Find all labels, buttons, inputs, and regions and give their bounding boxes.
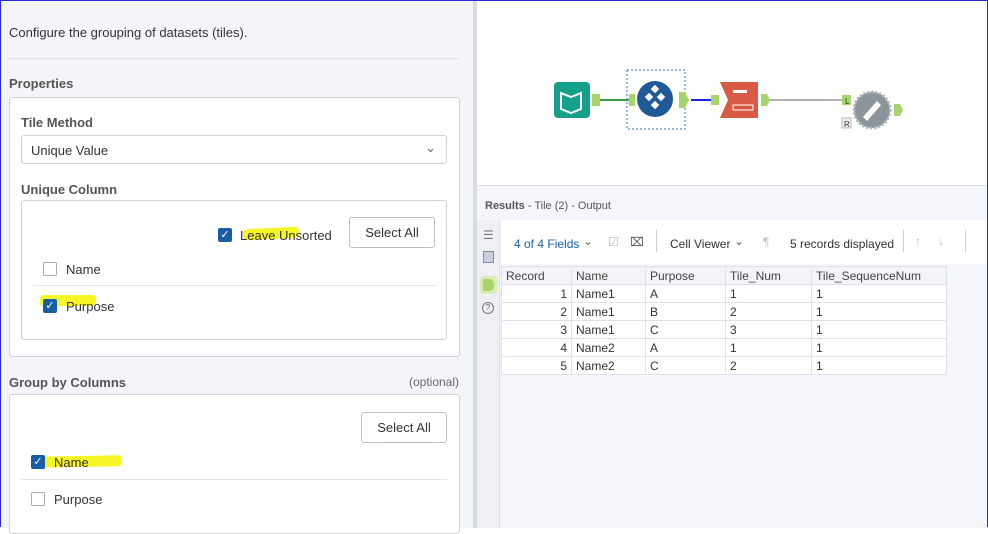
table-row[interactable]: 2 Name1 B 2 1 bbox=[501, 302, 947, 321]
table-cell[interactable]: A bbox=[645, 338, 726, 357]
tile-method-value: Unique Value bbox=[31, 143, 109, 158]
chevron-down-icon: ⌄ bbox=[425, 140, 436, 155]
results-title: Results bbox=[485, 200, 525, 212]
table-cell[interactable]: C bbox=[645, 320, 726, 339]
left-anchor-label: L bbox=[845, 97, 850, 106]
select-all-button[interactable]: Select All bbox=[349, 217, 435, 248]
group-purpose-label: Purpose bbox=[54, 492, 103, 507]
divider bbox=[33, 285, 436, 286]
table-row[interactable]: 3 Name1 C 3 1 bbox=[501, 320, 947, 339]
table-row[interactable]: 1 Name1 A 1 1 bbox=[501, 284, 947, 303]
group-name-checkbox[interactable]: ✓ bbox=[31, 455, 45, 469]
group-by-box: Select All ✓ Name Purpose bbox=[9, 394, 460, 534]
table-cell[interactable]: Name1 bbox=[571, 320, 646, 339]
table-cell[interactable]: Name1 bbox=[571, 284, 646, 303]
right-anchor-label: R bbox=[844, 120, 850, 129]
properties-heading: Properties bbox=[9, 76, 74, 91]
table-cell[interactable]: 1 bbox=[501, 284, 572, 303]
results-panel: Results - Tile (2) - Output ☰ ? 4 of 4 F… bbox=[477, 186, 987, 528]
leave-unsorted-checkbox[interactable]: ✓ bbox=[218, 228, 232, 242]
sort-tool-icon[interactable] bbox=[720, 82, 758, 118]
table-cell[interactable]: 1 bbox=[811, 338, 947, 357]
table-header: Record Name Purpose Tile_Num Tile_Sequen… bbox=[501, 266, 947, 285]
unique-column-box: ✓ Leave Unsorted Select All Name ✓ Purpo… bbox=[21, 200, 447, 340]
column-header[interactable]: Tile_SequenceNum bbox=[811, 266, 947, 285]
data-tab[interactable] bbox=[480, 276, 497, 294]
input-data-icon[interactable] bbox=[554, 82, 590, 118]
column-header[interactable]: Record bbox=[501, 266, 572, 285]
column-header[interactable]: Tile_Num bbox=[725, 266, 812, 285]
column-header[interactable]: Purpose bbox=[645, 266, 726, 285]
table-cell[interactable]: 1 bbox=[811, 302, 947, 321]
table-cell[interactable]: 5 bbox=[501, 356, 572, 375]
output-anchor[interactable] bbox=[592, 94, 600, 106]
table-cell[interactable]: 3 bbox=[501, 320, 572, 339]
pilcrow-icon[interactable]: ¶ bbox=[763, 235, 769, 249]
column-header[interactable]: Name bbox=[571, 266, 646, 285]
help-icon[interactable]: ? bbox=[482, 302, 494, 314]
table-cell[interactable]: 1 bbox=[725, 338, 812, 357]
clear-icon[interactable]: ⌧ bbox=[630, 235, 644, 249]
properties-box: Tile Method Unique Value ⌄ Unique Column… bbox=[9, 97, 460, 357]
unique-purpose-label: Purpose bbox=[66, 299, 115, 314]
arrow-up-icon[interactable]: ↑ bbox=[915, 234, 921, 248]
results-subtitle: - Tile (2) - Output bbox=[527, 200, 611, 212]
records-count: 5 records displayed bbox=[790, 237, 895, 251]
metadata-icon[interactable]: ☰ bbox=[483, 228, 494, 242]
table-cell[interactable]: Name2 bbox=[571, 338, 646, 357]
group-by-heading: Group by Columns bbox=[9, 375, 126, 390]
output-anchor[interactable] bbox=[761, 94, 770, 106]
divider bbox=[21, 479, 447, 480]
unique-name-label: Name bbox=[66, 262, 101, 277]
tile-method-label: Tile Method bbox=[21, 115, 93, 130]
group-name-label: Name bbox=[54, 455, 89, 470]
table-cell[interactable]: 4 bbox=[501, 338, 572, 357]
description: Configure the grouping of datasets (tile… bbox=[9, 25, 248, 40]
messages-icon[interactable] bbox=[483, 251, 494, 263]
results-table: Record Name Purpose Tile_Num Tile_Sequen… bbox=[501, 266, 947, 375]
output-anchor[interactable] bbox=[894, 104, 903, 116]
table-cell[interactable]: 3 bbox=[725, 320, 812, 339]
optional-label: (optional) bbox=[408, 375, 459, 389]
group-purpose-checkbox[interactable] bbox=[31, 492, 45, 506]
unique-name-checkbox[interactable] bbox=[43, 262, 57, 276]
workflow-canvas[interactable]: L R bbox=[477, 1, 987, 186]
leave-unsorted-label: Leave Unsorted bbox=[240, 228, 332, 243]
table-cell[interactable]: 1 bbox=[811, 356, 947, 375]
table-row[interactable]: 4 Name2 A 1 1 bbox=[501, 338, 947, 357]
workflow-diagram: L R bbox=[554, 69, 903, 130]
table-cell[interactable]: A bbox=[645, 284, 726, 303]
configuration-panel: Configure the grouping of datasets (tile… bbox=[1, 1, 473, 534]
divider bbox=[9, 58, 459, 59]
join-tool-icon[interactable] bbox=[852, 90, 892, 130]
group-select-all-button[interactable]: Select All bbox=[361, 412, 447, 443]
table-cell[interactable]: C bbox=[645, 356, 726, 375]
output-anchor[interactable] bbox=[679, 92, 689, 108]
cell-viewer-dropdown[interactable]: Cell Viewer bbox=[670, 237, 730, 251]
edit-check-icon[interactable]: ☑ bbox=[608, 235, 619, 249]
tile-method-select[interactable]: Unique Value ⌄ bbox=[21, 135, 447, 164]
unique-column-label: Unique Column bbox=[21, 182, 118, 197]
table-cell[interactable]: 1 bbox=[725, 284, 812, 303]
unique-purpose-checkbox[interactable]: ✓ bbox=[43, 299, 57, 313]
table-cell[interactable]: 2 bbox=[501, 302, 572, 321]
table-row[interactable]: 5 Name2 C 2 1 bbox=[501, 356, 947, 375]
chevron-down-icon: ⌄ bbox=[734, 234, 745, 248]
table-cell[interactable]: 2 bbox=[725, 302, 812, 321]
chevron-down-icon: ⌄ bbox=[583, 234, 594, 248]
table-cell[interactable]: 1 bbox=[811, 320, 947, 339]
table-cell[interactable]: 2 bbox=[725, 356, 812, 375]
table-cell[interactable]: 1 bbox=[811, 284, 947, 303]
table-cell[interactable]: Name2 bbox=[571, 356, 646, 375]
fields-dropdown[interactable]: 4 of 4 Fields bbox=[514, 237, 579, 251]
table-cell[interactable]: Name1 bbox=[571, 302, 646, 321]
arrow-down-icon[interactable]: ↓ bbox=[938, 234, 944, 248]
table-cell[interactable]: B bbox=[645, 302, 726, 321]
tile-tool-icon[interactable] bbox=[637, 81, 673, 117]
